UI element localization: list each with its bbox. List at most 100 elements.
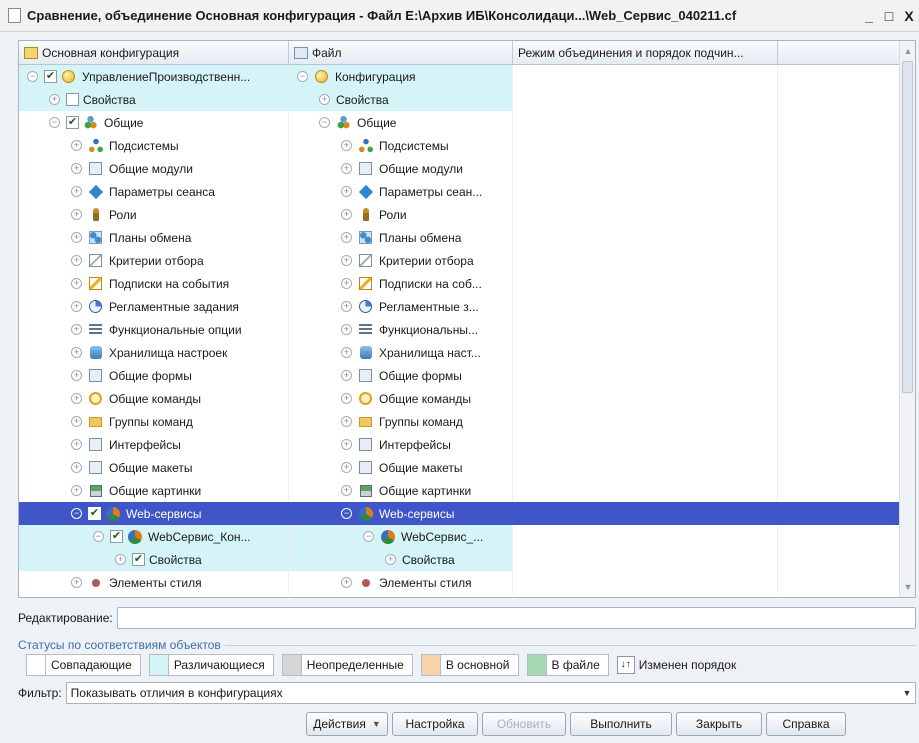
tree-row[interactable]: + Роли + Роли	[19, 203, 900, 226]
merge-checkbox[interactable]: ✔	[132, 553, 145, 566]
merge-mode-cell[interactable]	[513, 295, 778, 318]
merge-mode-cell[interactable]	[513, 226, 778, 249]
file-cell[interactable]: + Планы обмена	[289, 226, 513, 249]
tree-row[interactable]: − ✔ Web-сервисы − Web-сервисы	[19, 502, 900, 525]
merge-mode-cell[interactable]	[513, 548, 778, 571]
expand-icon[interactable]: +	[71, 209, 82, 220]
merge-mode-cell[interactable]	[513, 157, 778, 180]
tree-row[interactable]: − ✔ УправлениеПроизводственн... − Конфигурац…	[19, 65, 900, 88]
file-cell[interactable]: + Функциональны...	[289, 318, 513, 341]
file-cell[interactable]: + Общие команды	[289, 387, 513, 410]
file-cell[interactable]: + Группы команд	[289, 410, 513, 433]
expand-icon[interactable]: +	[341, 232, 352, 243]
tree-row[interactable]: + Регламентные задания + Регламентные з...	[19, 295, 900, 318]
file-cell[interactable]: + Подсистемы	[289, 134, 513, 157]
tree-row[interactable]: + Интерфейсы + Интерфейсы	[19, 433, 900, 456]
main-config-cell[interactable]: + Интерфейсы	[19, 433, 289, 456]
file-cell[interactable]: + Свойства	[289, 548, 513, 571]
expand-icon[interactable]: +	[71, 416, 82, 427]
main-config-cell[interactable]: − ✔ УправлениеПроизводственн...	[19, 65, 289, 88]
expand-icon[interactable]: +	[341, 370, 352, 381]
expand-icon[interactable]: +	[341, 439, 352, 450]
comparison-tree-grid[interactable]: Основная конфигурация Файл Режим объедин…	[18, 40, 916, 598]
close-dialog-button[interactable]: Закрыть	[676, 712, 762, 736]
expand-icon[interactable]: +	[71, 462, 82, 473]
file-cell[interactable]: + Критерии отбора	[289, 249, 513, 272]
expand-icon[interactable]: +	[319, 94, 330, 105]
tree-row[interactable]: + Хранилища настроек + Хранилища наст...	[19, 341, 900, 364]
expand-icon[interactable]: +	[341, 140, 352, 151]
merge-mode-cell[interactable]	[513, 433, 778, 456]
expand-icon[interactable]: +	[71, 140, 82, 151]
scroll-thumb[interactable]	[902, 61, 913, 393]
main-config-cell[interactable]: + Элементы стиля	[19, 571, 289, 594]
merge-mode-cell[interactable]	[513, 387, 778, 410]
expand-icon[interactable]: +	[71, 370, 82, 381]
merge-mode-cell[interactable]	[513, 180, 778, 203]
expand-icon[interactable]: +	[341, 209, 352, 220]
merge-mode-cell[interactable]	[513, 502, 778, 525]
expand-icon[interactable]: +	[341, 255, 352, 266]
filter-select[interactable]: Показывать отличия в конфигурациях ▼	[65, 682, 916, 704]
tree-row[interactable]: + Параметры сеанса + Параметры сеан...	[19, 180, 900, 203]
main-config-cell[interactable]: − ✔ WebСервис_Кон...	[19, 525, 289, 548]
main-config-cell[interactable]: + Общие формы	[19, 364, 289, 387]
file-cell[interactable]: + Элементы стиля	[289, 571, 513, 594]
main-config-cell[interactable]: − ✔ Общие	[19, 111, 289, 134]
merge-checkbox[interactable]: ✔	[44, 70, 57, 83]
main-config-cell[interactable]: − ✔ Web-сервисы	[19, 502, 289, 525]
expand-icon[interactable]: +	[71, 347, 82, 358]
main-config-cell[interactable]: + Общие макеты	[19, 456, 289, 479]
editing-field[interactable]	[116, 607, 916, 629]
file-cell[interactable]: + Хранилища наст...	[289, 341, 513, 364]
close-button[interactable]: X	[899, 8, 919, 24]
merge-mode-cell[interactable]	[513, 525, 778, 548]
vertical-scrollbar[interactable]: ▲ ▼	[899, 41, 915, 597]
merge-mode-cell[interactable]	[513, 456, 778, 479]
main-config-cell[interactable]: + Общие команды	[19, 387, 289, 410]
main-config-cell[interactable]: + Общие картинки	[19, 479, 289, 502]
tree-row[interactable]: + Свойства + Свойства	[19, 88, 900, 111]
merge-checkbox[interactable]: ✔	[110, 530, 123, 543]
expand-icon[interactable]: +	[71, 301, 82, 312]
main-config-cell[interactable]: + Критерии отбора	[19, 249, 289, 272]
help-button[interactable]: Справка	[766, 712, 846, 736]
main-config-cell[interactable]: + Хранилища настроек	[19, 341, 289, 364]
tree-row[interactable]: + Группы команд + Группы команд	[19, 410, 900, 433]
expand-icon[interactable]: +	[341, 485, 352, 496]
tree-row[interactable]: + Функциональные опции + Функциональны...	[19, 318, 900, 341]
merge-mode-cell[interactable]	[513, 364, 778, 387]
actions-button[interactable]: Действия ▼	[306, 712, 388, 736]
file-cell[interactable]: − Конфигурация	[289, 65, 513, 88]
tree-row[interactable]: + Критерии отбора + Критерии отбора	[19, 249, 900, 272]
expand-icon[interactable]: +	[71, 393, 82, 404]
tree-row[interactable]: + Общие макеты + Общие макеты	[19, 456, 900, 479]
expand-icon[interactable]: +	[71, 255, 82, 266]
main-config-cell[interactable]: + Регламентные задания	[19, 295, 289, 318]
main-config-cell[interactable]: + Подписки на события	[19, 272, 289, 295]
tree-row[interactable]: + Подписки на события + Подписки на соб...	[19, 272, 900, 295]
file-cell[interactable]: − WebСервис_...	[289, 525, 513, 548]
expand-icon[interactable]: +	[71, 485, 82, 496]
merge-mode-cell[interactable]	[513, 410, 778, 433]
main-config-cell[interactable]: + Роли	[19, 203, 289, 226]
file-cell[interactable]: + Подписки на соб...	[289, 272, 513, 295]
merge-mode-cell[interactable]	[513, 571, 778, 594]
merge-mode-cell[interactable]	[513, 249, 778, 272]
file-cell[interactable]: + Общие макеты	[289, 456, 513, 479]
main-config-cell[interactable]: + Подсистемы	[19, 134, 289, 157]
tree-row[interactable]: − ✔ Общие − Общие	[19, 111, 900, 134]
merge-mode-cell[interactable]	[513, 318, 778, 341]
merge-checkbox[interactable]	[66, 93, 79, 106]
scroll-down-icon[interactable]: ▼	[900, 579, 915, 595]
merge-mode-cell[interactable]	[513, 479, 778, 502]
expand-icon[interactable]: +	[115, 554, 126, 565]
collapse-icon[interactable]: −	[93, 531, 104, 542]
expand-icon[interactable]: +	[341, 393, 352, 404]
expand-icon[interactable]: +	[71, 278, 82, 289]
expand-icon[interactable]: +	[341, 347, 352, 358]
column-header-file[interactable]: Файл	[289, 41, 513, 64]
collapse-icon[interactable]: −	[297, 71, 308, 82]
tree-row[interactable]: + Планы обмена + Планы обмена	[19, 226, 900, 249]
file-cell[interactable]: + Общие формы	[289, 364, 513, 387]
